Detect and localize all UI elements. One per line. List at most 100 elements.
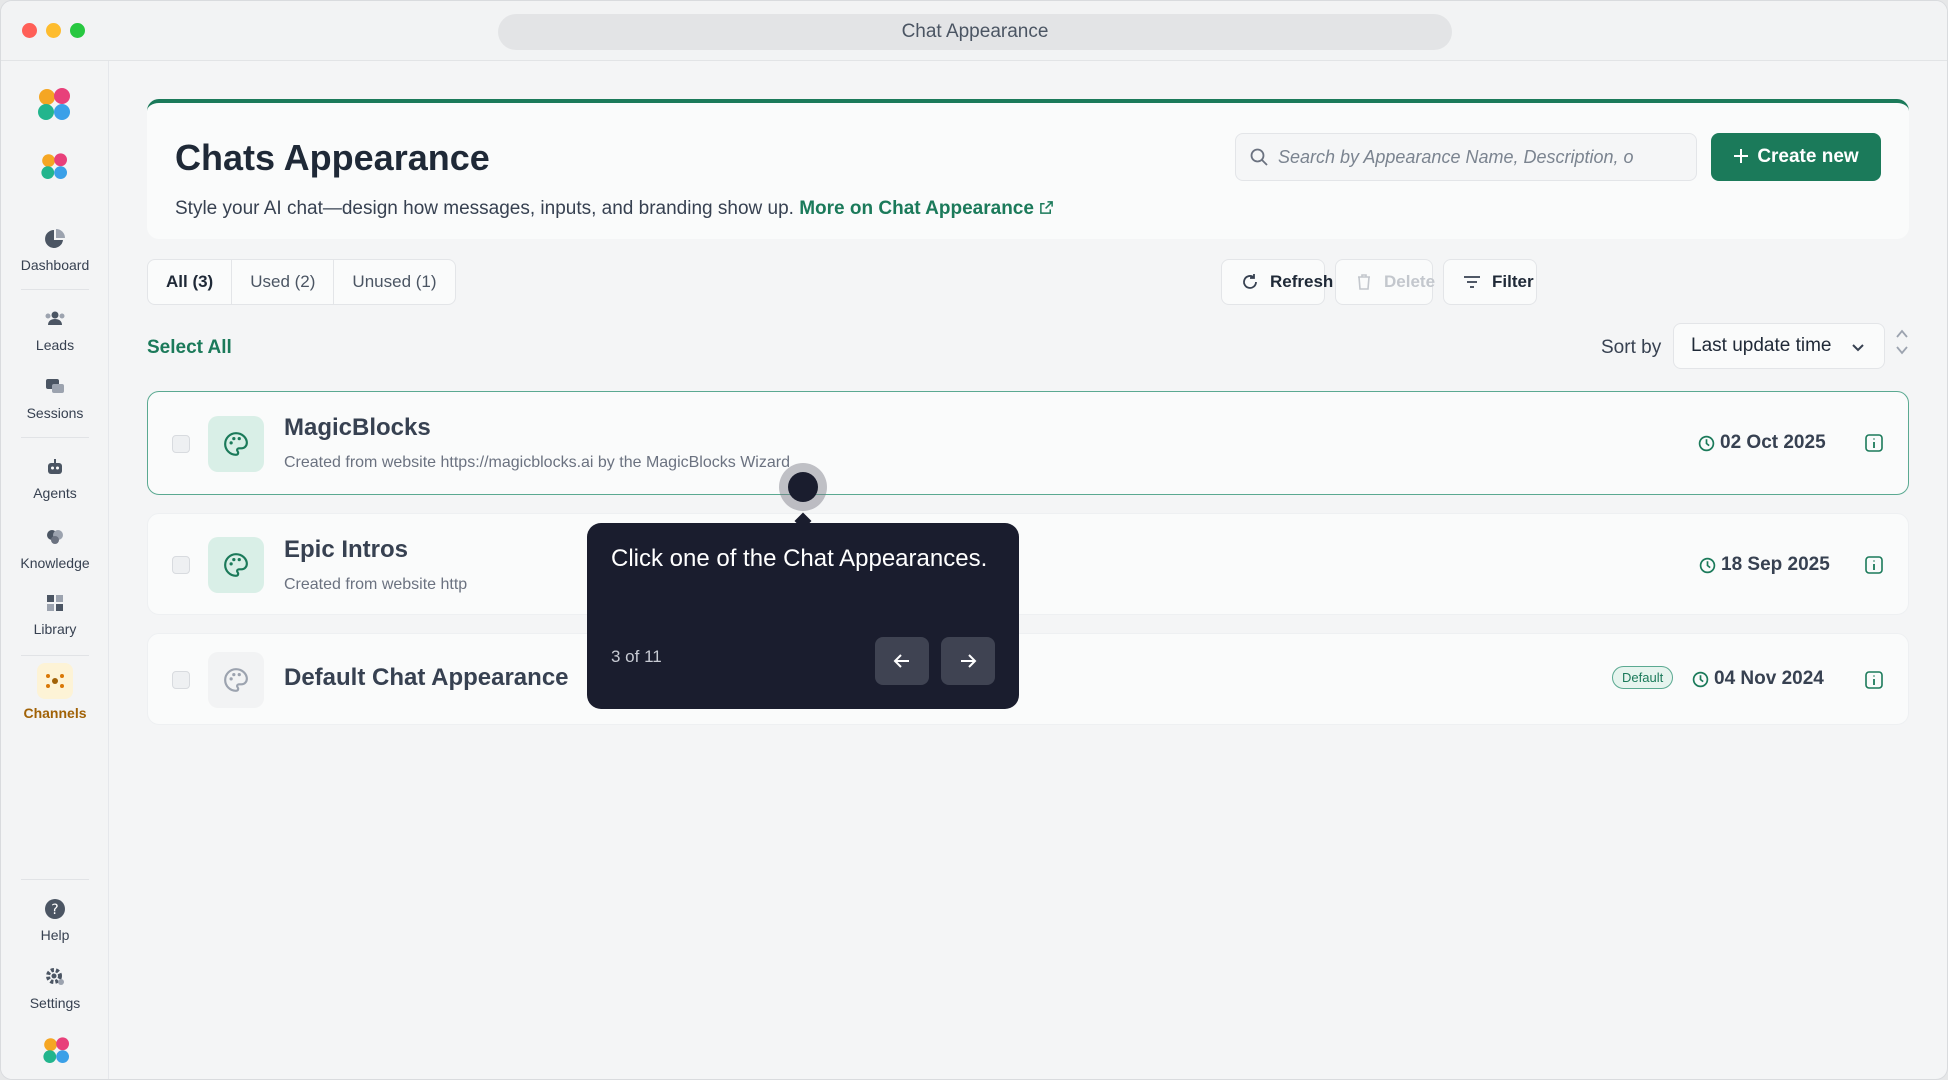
select-all-link[interactable]: Select All bbox=[147, 337, 232, 359]
clock-icon bbox=[1699, 557, 1716, 574]
subtitle-text: Style your AI chat—design how messages, … bbox=[175, 198, 794, 219]
sidebar-item-label: Help bbox=[40, 927, 70, 943]
chat-bubbles-icon bbox=[46, 379, 64, 393]
palette-icon bbox=[208, 537, 264, 593]
sort-by-label: Sort by bbox=[1601, 337, 1662, 358]
arrow-left-icon bbox=[893, 654, 909, 668]
info-icon[interactable] bbox=[1864, 555, 1884, 575]
page-subtitle: Style your AI chat—design how messages, … bbox=[175, 198, 1054, 220]
info-icon[interactable] bbox=[1864, 670, 1884, 690]
sidebar-item-help[interactable]: ? Help bbox=[1, 897, 109, 943]
sidebar-item-label: Channels bbox=[23, 705, 87, 721]
sidebar-item-label: Knowledge bbox=[20, 555, 90, 571]
row-title: Epic Intros bbox=[284, 536, 409, 563]
sort-select-value: Last update time bbox=[1691, 335, 1832, 356]
sidebar-divider bbox=[21, 655, 89, 656]
row-checkbox[interactable] bbox=[172, 435, 190, 453]
sidebar-item-label: Sessions bbox=[26, 405, 84, 421]
brain-icon bbox=[47, 530, 63, 544]
delete-button[interactable]: Delete bbox=[1335, 259, 1436, 305]
search-input[interactable] bbox=[1278, 134, 1678, 180]
filter-tabs: All (3) Used (2) Unused (1) bbox=[147, 259, 456, 305]
row-date: 18 Sep 2025 bbox=[1699, 554, 1830, 576]
user-avatar-icon[interactable] bbox=[41, 1035, 73, 1067]
search-icon bbox=[1250, 148, 1268, 166]
sidebar-item-settings[interactable]: Settings bbox=[1, 965, 109, 1011]
filter-button[interactable]: Filter bbox=[1443, 259, 1537, 305]
pie-chart-icon bbox=[45, 229, 65, 248]
tooltip-step-counter: 3 of 11 bbox=[611, 647, 662, 666]
tour-tooltip: Click one of the Chat Appearances. 3 of … bbox=[587, 523, 1019, 709]
list-item[interactable]: Default Chat Appearance Default 04 Nov 2… bbox=[147, 633, 1909, 725]
clock-icon bbox=[1692, 671, 1709, 688]
tab-all[interactable]: All (3) bbox=[148, 260, 233, 304]
refresh-icon bbox=[1243, 274, 1257, 289]
tab-unused[interactable]: Unused (1) bbox=[334, 260, 454, 304]
palette-icon bbox=[208, 416, 264, 472]
tour-previous-button[interactable] bbox=[875, 637, 929, 685]
create-new-button[interactable]: Create new bbox=[1711, 133, 1881, 181]
refresh-label: Refresh bbox=[1270, 272, 1334, 291]
sidebar-item-channels[interactable]: Channels bbox=[1, 663, 109, 721]
window-title[interactable]: Chat Appearance bbox=[498, 14, 1452, 50]
sidebar-divider bbox=[21, 879, 89, 880]
sidebar: Dashboard Leads Sessions Agents Knowledg… bbox=[1, 61, 109, 1079]
brand-logo-icon[interactable] bbox=[35, 85, 75, 125]
plus-icon bbox=[1734, 149, 1749, 163]
svg-text:?: ? bbox=[51, 902, 58, 918]
robot-icon bbox=[48, 459, 62, 474]
sidebar-item-agents[interactable]: Agents bbox=[1, 455, 109, 501]
sidebar-item-label: Dashboard bbox=[20, 257, 90, 273]
sidebar-item-library[interactable]: Library bbox=[1, 591, 109, 637]
sidebar-item-label: Agents bbox=[33, 485, 77, 501]
default-badge: Default bbox=[1612, 666, 1674, 689]
info-icon[interactable] bbox=[1864, 433, 1884, 453]
external-link-icon bbox=[1040, 201, 1054, 214]
search-field[interactable] bbox=[1235, 133, 1697, 181]
more-info-link[interactable]: More on Chat Appearance bbox=[799, 198, 1054, 219]
tab-used[interactable]: Used (2) bbox=[232, 260, 335, 304]
page-title: Chats Appearance bbox=[175, 137, 490, 178]
list-item[interactable]: Epic Intros Created from website http 18… bbox=[147, 513, 1909, 615]
users-icon bbox=[45, 311, 65, 325]
delete-label: Delete bbox=[1384, 272, 1436, 291]
row-description: Created from website https://magicblocks… bbox=[284, 454, 790, 471]
channels-icon bbox=[37, 663, 73, 699]
sort-select[interactable]: Last update time bbox=[1673, 323, 1885, 369]
more-info-link-label: More on Chat Appearance bbox=[799, 198, 1034, 219]
row-description: Created from website http bbox=[284, 576, 468, 593]
sidebar-item-leads[interactable]: Leads bbox=[1, 307, 109, 353]
chevron-down-icon bbox=[1852, 344, 1864, 352]
row-checkbox[interactable] bbox=[172, 671, 190, 689]
sidebar-item-sessions[interactable]: Sessions bbox=[1, 375, 109, 421]
refresh-button[interactable]: Refresh bbox=[1221, 259, 1333, 305]
sort-order-toggle-icon[interactable] bbox=[1895, 327, 1909, 357]
minimize-window-button[interactable] bbox=[46, 23, 61, 38]
main-content: Chats Appearance Style your AI chat—desi… bbox=[109, 61, 1947, 1079]
page-header: Chats Appearance Style your AI chat—desi… bbox=[147, 99, 1909, 239]
create-new-label: Create new bbox=[1757, 146, 1859, 167]
row-checkbox[interactable] bbox=[172, 556, 190, 574]
help-icon: ? bbox=[45, 899, 65, 919]
clock-icon bbox=[1698, 435, 1715, 452]
tour-next-button[interactable] bbox=[941, 637, 995, 685]
row-date-text: 04 Nov 2024 bbox=[1714, 668, 1824, 689]
list-item[interactable]: MagicBlocks Created from website https:/… bbox=[147, 391, 1909, 495]
arrow-right-icon bbox=[961, 654, 977, 668]
filter-label: Filter bbox=[1492, 272, 1534, 291]
sidebar-item-label: Leads bbox=[35, 337, 75, 353]
sidebar-item-label: Settings bbox=[29, 995, 81, 1011]
row-date: 02 Oct 2025 bbox=[1698, 432, 1826, 454]
row-title: MagicBlocks bbox=[284, 414, 431, 441]
row-date: 04 Nov 2024 bbox=[1692, 668, 1824, 690]
maximize-window-button[interactable] bbox=[70, 23, 85, 38]
workspace-logo-icon[interactable] bbox=[39, 151, 71, 183]
row-date-text: 18 Sep 2025 bbox=[1721, 554, 1830, 575]
gear-icon bbox=[46, 968, 64, 985]
tour-hotspot[interactable] bbox=[779, 463, 827, 511]
sidebar-divider bbox=[21, 289, 89, 290]
sidebar-divider bbox=[21, 437, 89, 438]
sidebar-item-dashboard[interactable]: Dashboard bbox=[1, 227, 109, 273]
sidebar-item-knowledge[interactable]: Knowledge bbox=[1, 525, 109, 571]
close-window-button[interactable] bbox=[22, 23, 37, 38]
